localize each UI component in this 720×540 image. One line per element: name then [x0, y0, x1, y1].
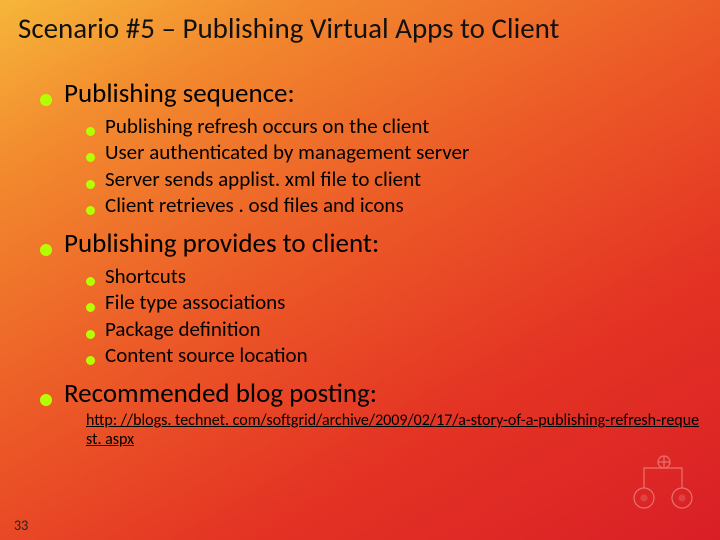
bullet-level1: Publishing sequence: [40, 78, 700, 109]
section-heading: Publishing sequence: [64, 78, 295, 109]
list-item: Server sends applist. xml file to client [105, 166, 421, 192]
list-item: File type associations [105, 289, 285, 315]
list-item: Client retrieves . osd files and icons [105, 192, 404, 218]
section-heading: Recommended blog posting: [64, 378, 377, 409]
bullet-level2: User authenticated by management server [86, 139, 700, 165]
bullet-icon [86, 277, 95, 286]
page-number: 33 [14, 517, 28, 534]
decorative-icon [624, 450, 704, 520]
bullet-icon [40, 244, 52, 256]
slide-title: Scenario #5 – Publishing Virtual Apps to… [18, 10, 710, 46]
bullet-icon [86, 303, 95, 312]
bullet-level2: File type associations [86, 289, 700, 315]
bullet-level2: Content source location [86, 342, 700, 368]
bullet-icon [40, 94, 52, 106]
sub-list: Shortcuts File type associations Package… [86, 263, 700, 368]
list-item: Publishing refresh occurs on the client [105, 113, 429, 139]
bullet-icon [40, 394, 52, 406]
bullet-icon [86, 356, 95, 365]
section-heading: Publishing provides to client: [64, 228, 379, 259]
list-item: Shortcuts [105, 263, 186, 289]
bullet-level2: Package definition [86, 316, 700, 342]
bullet-icon [86, 206, 95, 215]
bullet-icon [86, 127, 95, 136]
list-item: User authenticated by management server [105, 139, 469, 165]
sub-list: Publishing refresh occurs on the client … [86, 113, 700, 218]
blog-link[interactable]: http: //blogs. technet. com/softgrid/arc… [86, 411, 700, 449]
bullet-level2: Client retrieves . osd files and icons [86, 192, 700, 218]
list-item: Package definition [105, 316, 261, 342]
bullet-icon [86, 153, 95, 162]
bullet-icon [86, 330, 95, 339]
slide: Scenario #5 – Publishing Virtual Apps to… [0, 0, 720, 540]
bullet-level2: Server sends applist. xml file to client [86, 166, 700, 192]
list-item: Content source location [105, 342, 308, 368]
bullet-level2: Shortcuts [86, 263, 700, 289]
bullet-level1: Publishing provides to client: [40, 228, 700, 259]
bullet-level1: Recommended blog posting: [40, 378, 700, 409]
slide-content: Publishing sequence: Publishing refresh … [40, 68, 700, 450]
bullet-icon [86, 180, 95, 189]
bullet-level2: Publishing refresh occurs on the client [86, 113, 700, 139]
